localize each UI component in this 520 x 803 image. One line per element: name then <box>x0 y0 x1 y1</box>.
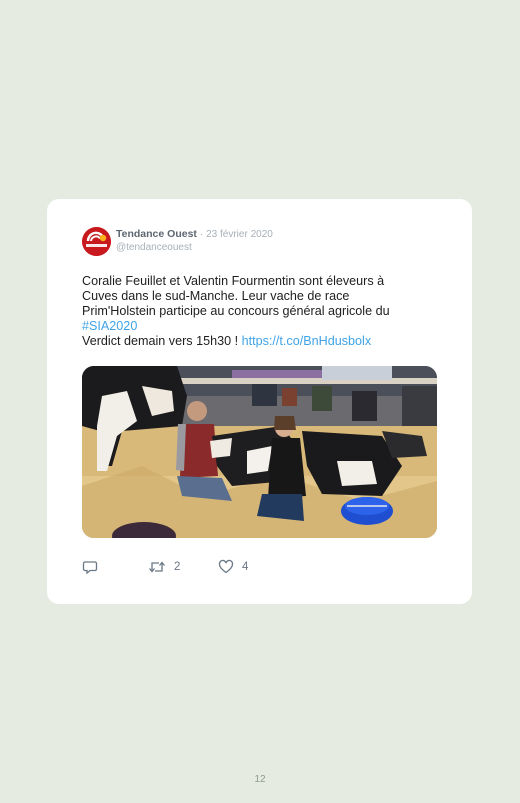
page-number: 12 <box>254 774 266 785</box>
author-handle[interactable]: @tendanceouest <box>116 241 273 254</box>
tweet-text-line-5: Verdict demain vers 15h30 ! https://t.co… <box>82 334 432 349</box>
tweet-text-verdict: Verdict demain vers 15h30 ! <box>82 334 242 348</box>
retweet-icon <box>149 561 165 573</box>
photo-farmers-with-cow <box>82 366 437 538</box>
heart-icon <box>218 559 234 574</box>
retweet-button[interactable]: 2 <box>148 559 180 575</box>
tweet-date[interactable]: 23 février 2020 <box>206 229 273 240</box>
tweet-meta: Tendance Ouest · 23 février 2020 @tendan… <box>116 228 273 254</box>
tweet-url-link[interactable]: https://t.co/BnHdusbolx <box>242 334 372 348</box>
tweet-text-line-1: Coralie Feuillet et Valentin Fourmentin … <box>82 274 385 288</box>
retweet-count: 2 <box>174 561 181 573</box>
author-name[interactable]: Tendance Ouest <box>116 228 197 240</box>
tweet-photo[interactable] <box>82 366 437 538</box>
tweet-actions: 2 4 <box>82 559 442 575</box>
tweet-text-line-3: Prim'Holstein participe au concours géné… <box>82 304 390 318</box>
reply-button[interactable] <box>82 559 98 575</box>
tweet-text-line-2: Cuves dans le sud-Manche. Leur vache de … <box>82 289 350 303</box>
tweet-header: Tendance Ouest · 23 février 2020 @tendan… <box>82 227 442 257</box>
hashtag-link[interactable]: #SIA2020 <box>82 319 432 334</box>
tweet-text: Coralie Feuillet et Valentin Fourmentin … <box>82 274 432 349</box>
separator-dot: · <box>199 229 204 240</box>
reply-icon <box>82 561 98 575</box>
avatar[interactable] <box>82 227 111 256</box>
like-count: 4 <box>242 561 249 573</box>
tweet-card: Tendance Ouest · 23 février 2020 @tendan… <box>47 199 472 604</box>
tendance-ouest-logo-icon <box>82 227 111 256</box>
like-button[interactable]: 4 <box>218 559 248 575</box>
